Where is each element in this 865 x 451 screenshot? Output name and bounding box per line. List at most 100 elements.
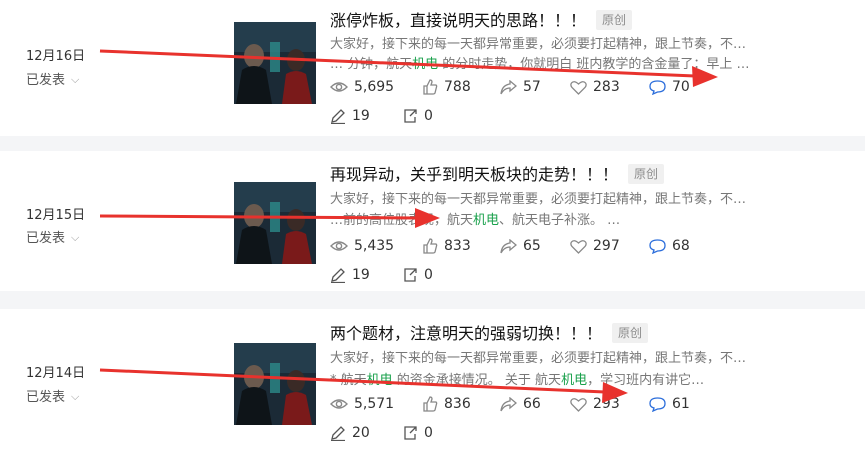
favorites-count: 283 <box>593 79 620 95</box>
repost-count: 0 <box>424 108 433 124</box>
likes-stat: 788 <box>422 79 471 95</box>
repost-action[interactable]: 0 <box>402 267 433 283</box>
article-title-text[interactable]: 涨停炸板，直接说明天的思路！！！ <box>330 11 586 30</box>
summary-text: 的资金承接情况。 关于 航天 <box>392 373 562 388</box>
chevron-down-icon: ⌵ <box>71 390 80 403</box>
views-stat: 5,435 <box>330 238 394 254</box>
edit-action[interactable]: 20 <box>330 425 370 441</box>
publish-date: 12月14日 <box>26 366 86 381</box>
chevron-down-icon: ⌵ <box>71 73 80 86</box>
likes-stat: 833 <box>422 238 471 254</box>
article-summary-line1: 大家好，接下来的每一天都异常重要，必须要打起精神，跟上节奏，不… <box>330 37 747 52</box>
article-thumbnail[interactable] <box>234 182 316 264</box>
favorites-stat: 293 <box>570 396 620 412</box>
shares-stat: 57 <box>500 79 541 95</box>
chevron-down-icon: ⌵ <box>71 231 80 244</box>
comments-count: 68 <box>672 238 690 254</box>
thumbs-up-icon <box>423 238 438 254</box>
shares-count: 66 <box>523 396 541 412</box>
original-badge: 原创 <box>596 10 633 30</box>
views-count: 5,695 <box>354 79 395 95</box>
comments-stat: 70 <box>649 79 690 95</box>
share-icon <box>500 79 517 94</box>
comments-count: 70 <box>672 79 690 95</box>
comments-stat: 61 <box>649 396 690 412</box>
edit-count: 19 <box>352 267 370 283</box>
eye-icon <box>330 399 348 409</box>
edit-count: 20 <box>352 425 370 441</box>
shares-count: 57 <box>523 79 541 95</box>
pencil-icon <box>331 268 345 283</box>
article-summary-line2: * 航天机电 的资金承接情况。 关于 航天机电，学习班内有讲它… <box>330 369 780 388</box>
comments-stat: 68 <box>649 238 690 254</box>
summary-text: ，学习班内有讲它… <box>587 373 705 388</box>
comment-icon <box>649 238 666 254</box>
original-badge: 原创 <box>628 164 665 184</box>
article-title[interactable]: 再现异动，关乎到明天板块的走势！！！ 原创 <box>330 161 665 185</box>
views-stat: 5,571 <box>330 396 394 412</box>
edit-action[interactable]: 19 <box>330 267 370 283</box>
publish-date: 12月15日 <box>26 208 86 223</box>
article-title-text[interactable]: 两个题材，注意明天的强弱切换！！！ <box>330 324 602 343</box>
repost-icon <box>404 109 417 123</box>
article-summary-line1: 大家好，接下来的每一天都异常重要，必须要打起精神，跟上节奏，不… <box>330 192 747 207</box>
article-card: 12月15日 已发表 ⌵ 再现异动，关乎到明天板块的走势！！！ 原创 大家好，接下来… <box>0 151 865 291</box>
summary-highlight: 机电 <box>366 373 393 388</box>
likes-stat: 836 <box>422 396 471 412</box>
summary-text: 的分时走势，你就明白 班内教学的含金量了：早上 … <box>438 57 750 72</box>
article-thumbnail[interactable] <box>234 22 316 104</box>
original-badge: 原创 <box>612 323 649 343</box>
pencil-icon <box>331 109 345 124</box>
publish-date: 12月16日 <box>26 49 86 64</box>
summary-text: … 分钟，航天 <box>330 57 413 72</box>
thumbs-up-icon <box>423 79 438 95</box>
summary-text: …前的高位股表现，航天 <box>330 213 474 228</box>
views-stat: 5,695 <box>330 79 394 95</box>
summary-highlight: 机电 <box>473 213 500 228</box>
article-title[interactable]: 两个题材，注意明天的强弱切换！！！ 原创 <box>330 320 649 344</box>
article-title-text[interactable]: 再现异动，关乎到明天板块的走势！！！ <box>330 165 618 184</box>
comments-count: 61 <box>672 396 690 412</box>
likes-count: 833 <box>444 238 471 254</box>
status-label: 已发表 <box>26 390 66 405</box>
article-summary-line2: … 分钟，航天机电 的分时走势，你就明白 班内教学的含金量了：早上 … <box>330 53 780 72</box>
share-icon <box>500 396 517 411</box>
favorites-count: 297 <box>593 238 620 254</box>
likes-count: 788 <box>444 79 471 95</box>
article-title[interactable]: 涨停炸板，直接说明天的思路！！！ 原创 <box>330 7 633 31</box>
status-label: 已发表 <box>26 231 66 246</box>
comment-icon <box>649 396 666 412</box>
shares-stat: 66 <box>500 396 541 412</box>
shares-stat: 65 <box>500 238 541 254</box>
repost-count: 0 <box>424 267 433 283</box>
favorites-count: 293 <box>593 396 620 412</box>
status-dropdown[interactable]: 已发表 ⌵ <box>26 69 79 88</box>
comment-icon <box>649 79 666 95</box>
status-dropdown[interactable]: 已发表 ⌵ <box>26 386 79 405</box>
thumbs-up-icon <box>423 396 438 412</box>
summary-highlight: 机电 <box>561 373 588 388</box>
views-count: 5,571 <box>354 396 395 412</box>
pencil-icon <box>331 426 345 441</box>
status-dropdown[interactable]: 已发表 ⌵ <box>26 227 79 246</box>
views-count: 5,435 <box>354 238 395 254</box>
heart-icon <box>570 239 587 254</box>
heart-icon <box>570 397 587 412</box>
favorites-stat: 297 <box>570 238 620 254</box>
repost-icon <box>404 268 417 282</box>
article-thumbnail[interactable] <box>234 343 316 425</box>
summary-text: 、航天电子补涨。 … <box>499 213 621 228</box>
edit-action[interactable]: 19 <box>330 108 370 124</box>
shares-count: 65 <box>523 238 541 254</box>
article-card: 12月16日 已发表 ⌵ 涨停炸板，直接说明天的思路！！！ 原创 大家好，接下来的每… <box>0 0 865 136</box>
repost-action[interactable]: 0 <box>402 108 433 124</box>
summary-highlight: 机电 <box>412 57 439 72</box>
status-label: 已发表 <box>26 73 66 88</box>
favorites-stat: 283 <box>570 79 620 95</box>
repost-count: 0 <box>424 425 433 441</box>
article-card: 12月14日 已发表 ⌵ 两个题材，注意明天的强弱切换！！！ 原创 大家好，接下来的… <box>0 309 865 451</box>
edit-count: 19 <box>352 108 370 124</box>
repost-action[interactable]: 0 <box>402 425 433 441</box>
article-summary-line1: 大家好，接下来的每一天都异常重要，必须要打起精神，跟上节奏，不… <box>330 351 747 366</box>
share-icon <box>500 238 517 253</box>
